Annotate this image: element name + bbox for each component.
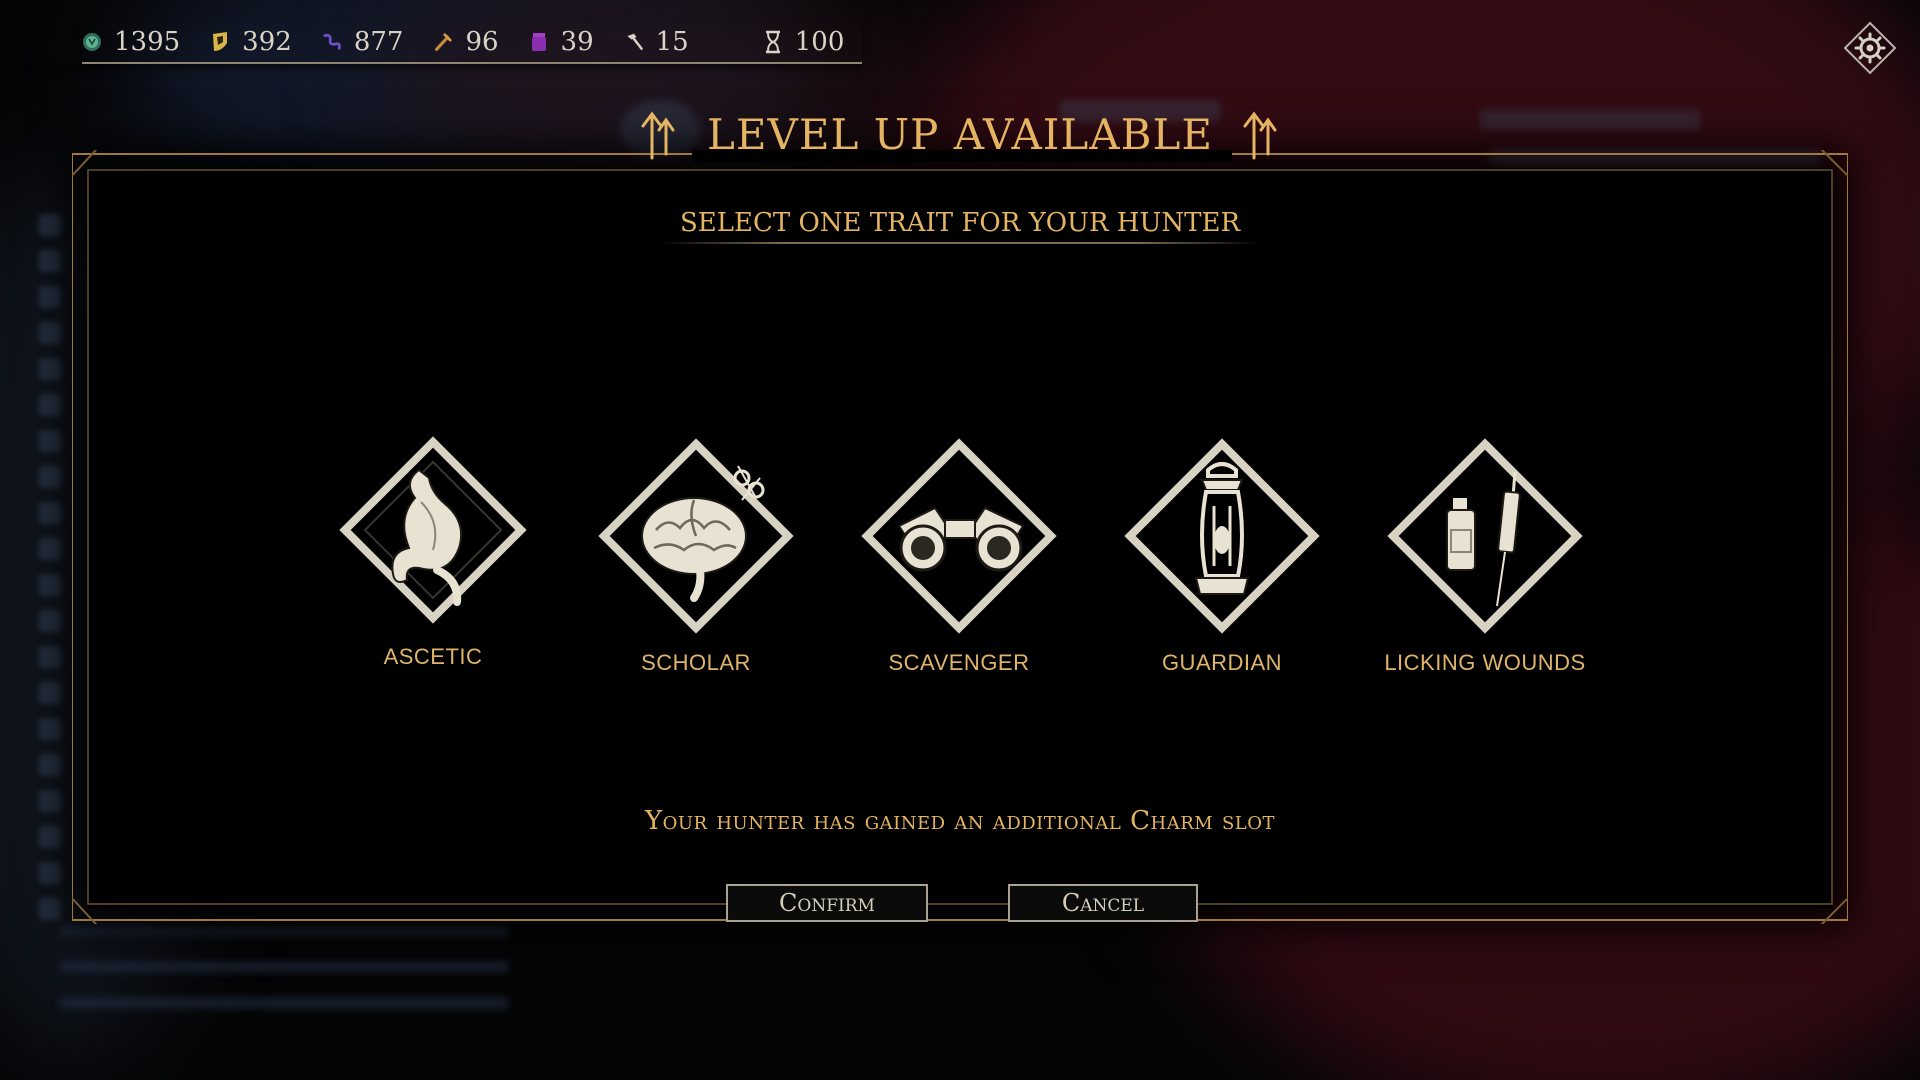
trait-label: LICKING WOUNDS: [1384, 650, 1586, 675]
lantern-icon: [1124, 438, 1320, 634]
subtitle-divider: [660, 242, 1260, 244]
resource-bar: 1395 392 877 96 39 15 100: [82, 22, 862, 64]
confirm-button[interactable]: Confirm: [726, 884, 928, 922]
resource-value: 100: [794, 27, 845, 57]
trait-guardian[interactable]: GUARDIAN: [1112, 436, 1332, 676]
trait-licking-wounds[interactable]: LICKING WOUNDS: [1375, 436, 1595, 676]
trait-scavenger[interactable]: SCAVENGER: [849, 436, 1069, 676]
trait-label: SCAVENGER: [888, 650, 1030, 675]
gold-shield-icon: [210, 32, 230, 52]
brain-icon: [598, 438, 794, 634]
resource-value: 1395: [114, 27, 181, 57]
resource-gold: 392: [210, 27, 292, 57]
resource-value: 15: [655, 27, 689, 57]
binoculars-icon: [861, 438, 1057, 634]
resource-vial: 39: [529, 27, 594, 57]
trait-label: GUARDIAN: [1161, 650, 1283, 675]
dialog-subtitle: SELECT ONE TRAIT FOR YOUR HUNTER: [679, 208, 1241, 238]
resource-time: 100: [763, 27, 845, 57]
resource-value: 39: [560, 27, 594, 57]
stomach-icon: [339, 436, 527, 624]
level-up-arrows-icon: [1243, 111, 1277, 160]
dialog-header: LEVEL UP AVAILABLE: [0, 108, 1920, 160]
trait-label: ASCETIC: [383, 644, 483, 669]
level-up-message: Your hunter has gained an additional Cha…: [644, 806, 1276, 836]
hourglass-icon: [763, 30, 783, 54]
resource-value: 877: [353, 27, 404, 57]
settings-button[interactable]: [1842, 20, 1898, 76]
purple-vial-icon: [529, 32, 549, 52]
orange-tool-icon: [433, 32, 453, 52]
resource-value: 392: [242, 27, 292, 57]
trait-label: SCHOLAR: [641, 650, 751, 675]
resource-purple: 877: [322, 27, 404, 57]
hammer-icon: [624, 32, 644, 52]
trait-scholar[interactable]: SCHOLAR: [586, 436, 806, 676]
level-up-arrows-icon: [641, 111, 675, 160]
gear-icon: [1843, 21, 1897, 75]
purple-tendril-icon: [322, 32, 342, 52]
trait-ascetic[interactable]: ASCETIC: [323, 430, 543, 670]
resource-orange: 96: [433, 27, 499, 57]
resource-green: 1395: [82, 27, 180, 57]
trait-list: ASCETIC SCHOLAR SCAVENGER GUARDIAN LICKI…: [0, 430, 1920, 710]
syringe-bottle-icon: [1387, 438, 1583, 634]
green-coin-icon: [82, 32, 102, 52]
dialog-title: LEVEL UP AVAILABLE: [706, 109, 1214, 159]
cancel-button[interactable]: Cancel: [1008, 884, 1198, 922]
resource-value: 96: [465, 27, 499, 57]
resource-hammer: 15: [624, 27, 689, 57]
